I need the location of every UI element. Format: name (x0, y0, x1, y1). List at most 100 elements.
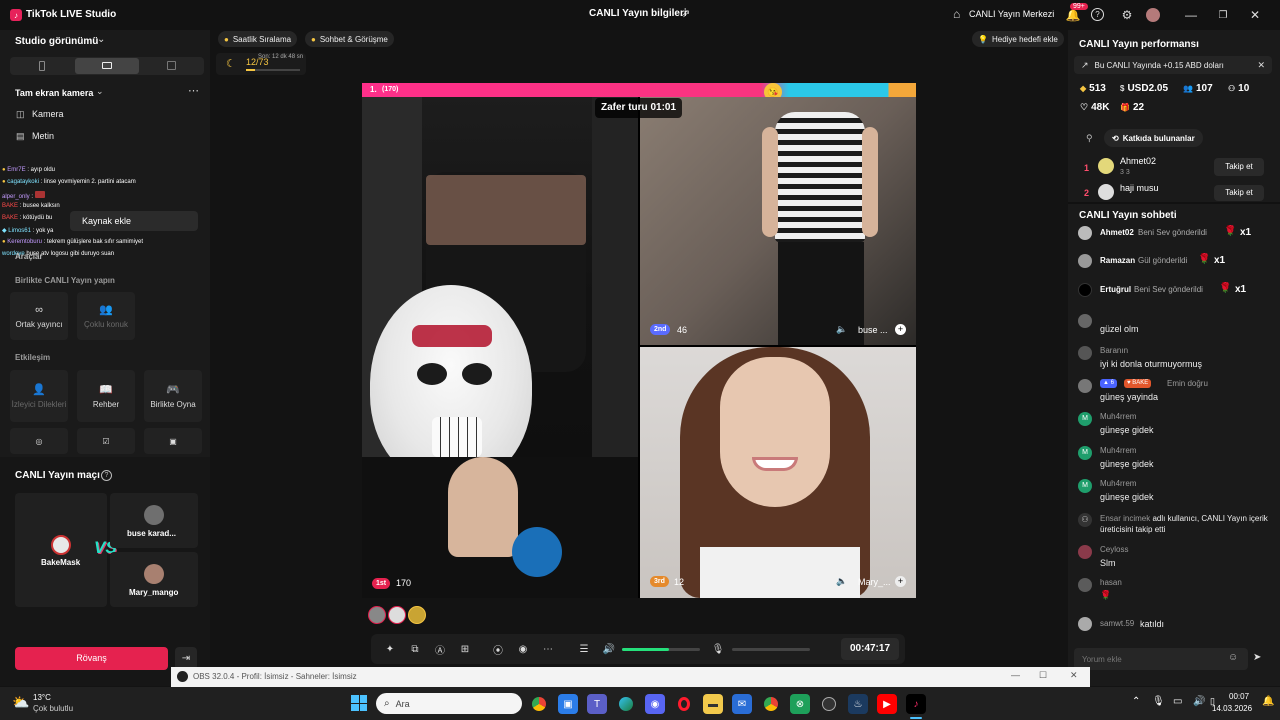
contributors-button[interactable]: ⟲ Katkıda bulunanlar (1104, 129, 1203, 147)
xbox-icon[interactable]: ⊗ (790, 694, 810, 714)
player-name: buse karad... (127, 529, 176, 538)
gifts-stat: 🎁 22 (1120, 102, 1145, 113)
hourly-ranking-button[interactable]: ● Saatlik Sıralama (218, 31, 298, 47)
layout-edit-icon[interactable]: ⧉ (408, 642, 422, 656)
add-guest-icon[interactable]: + (895, 576, 906, 587)
help-icon[interactable]: ? (1091, 8, 1104, 21)
viewer-wishes-tile[interactable]: 👤 İzleyici Dilekleri (10, 370, 68, 422)
network-icon[interactable]: ▭ (1173, 696, 1182, 707)
live-info-title[interactable]: CANLI Yayın bilgileri (589, 8, 687, 19)
studio-view-dropdown[interactable]: Studio görünümü (15, 36, 98, 47)
magic-effects-icon[interactable]: ✦ (383, 642, 397, 656)
edge-icon[interactable] (616, 694, 636, 714)
viewers-stat: 👥 107 (1183, 83, 1213, 94)
speaker-icon[interactable]: 🔈 (836, 324, 847, 335)
discord-icon[interactable]: ◉ (645, 694, 665, 714)
player-name: BakeMask (41, 558, 81, 567)
viewer-avatar[interactable] (388, 606, 406, 624)
chat-meet-button[interactable]: ● Sohbet & Görüşme (305, 31, 394, 47)
viewer-avatar[interactable] (408, 606, 426, 624)
tool-tile[interactable]: ◎ (10, 428, 68, 454)
close-icon[interactable]: ✕ (1246, 6, 1264, 24)
more-options-icon[interactable]: ⋯ (188, 84, 199, 97)
usd-stat: $ USD2.05 (1120, 83, 1169, 94)
follow-button[interactable]: Takip et (1214, 158, 1264, 176)
goal-progress-bar (246, 69, 300, 71)
second-place-badge: 2nd (650, 324, 671, 335)
mail-icon[interactable]: ✉ (732, 694, 752, 714)
help-icon[interactable]: ? (101, 470, 112, 481)
store-icon[interactable]: ▣ (558, 694, 578, 714)
microphone-tray-icon[interactable]: 🎙 (1152, 696, 1165, 707)
close-icon[interactable]: ✕ (1070, 670, 1078, 681)
clock-time[interactable]: 00:07 (1229, 692, 1249, 701)
windows-start-icon[interactable] (351, 695, 367, 711)
clock-date[interactable]: 14.03.2026 (1212, 704, 1252, 713)
tiktok-live-studio-icon[interactable]: ♪ (906, 694, 926, 714)
audio-mixer-icon[interactable]: ☰ (577, 642, 591, 656)
camera-source[interactable]: Kamera (32, 109, 64, 119)
chevron-down-icon[interactable]: ⌄ (97, 34, 105, 45)
guest-name: Mary_... (858, 577, 891, 587)
tool-tile[interactable]: ☑ (77, 428, 135, 454)
split-layout-icon[interactable] (167, 61, 176, 70)
minimize-icon[interactable]: — (1011, 670, 1020, 680)
comment-input[interactable] (1074, 648, 1248, 670)
capture-icon[interactable]: ◉ (516, 642, 530, 656)
steam-icon[interactable]: ♨ (848, 694, 868, 714)
obs-taskbar-icon[interactable] (819, 694, 839, 714)
volume-icon[interactable]: 🔊 (602, 642, 616, 656)
file-explorer-icon[interactable]: ▬ (703, 694, 723, 714)
follow-event-icon: ⚇ (1078, 513, 1092, 527)
share-icon[interactable]: ⇗ (681, 7, 690, 20)
multi-guest-tile[interactable]: 👥 Çoklu konuk (77, 292, 135, 340)
obs-window-bar[interactable]: OBS 32.0.4 - Profil: İsimsiz - Sahneler:… (171, 667, 1090, 687)
emoji-icon[interactable]: ☺ (1228, 652, 1238, 663)
chrome-profile-icon[interactable] (761, 694, 781, 714)
diamond-icon: ◆ (1080, 84, 1087, 93)
profile-avatar[interactable] (1146, 8, 1160, 22)
volume-tray-icon[interactable]: 🔊 (1193, 696, 1205, 707)
portrait-layout-icon[interactable] (39, 61, 45, 71)
microphone-icon[interactable]: 🎙 (711, 642, 725, 656)
close-icon[interactable]: ✕ (1257, 60, 1265, 71)
maximize-icon[interactable]: ❐ (1214, 6, 1232, 24)
add-source-button[interactable]: Kaynak ekle (70, 211, 198, 231)
weather-icon[interactable]: ⛅ (12, 694, 29, 711)
ai-icon[interactable]: Ⓐ (433, 642, 447, 657)
show-hidden-icons[interactable]: ⌃ (1132, 696, 1140, 707)
add-gift-goal-button[interactable]: 💡 Hediye hedefi ekle (972, 31, 1064, 47)
fullscreen-camera-label[interactable]: Tam ekran kamera (15, 88, 93, 98)
taskbar-search[interactable]: ⌕ Ara (376, 693, 522, 714)
landscape-layout-icon[interactable] (75, 58, 139, 74)
volume-slider[interactable] (622, 648, 700, 651)
opera-icon[interactable] (674, 694, 694, 714)
send-icon[interactable]: ➤ (1253, 652, 1261, 663)
minimize-icon[interactable]: — (1182, 6, 1200, 24)
more-options-icon[interactable]: ⋯ (541, 642, 555, 656)
rematch-button[interactable]: Rövanş (15, 647, 168, 670)
mic-slider[interactable] (732, 648, 810, 651)
add-scene-icon[interactable]: ⊞ (458, 642, 472, 656)
speaker-icon[interactable]: 🔈 (836, 576, 847, 587)
notification-bell-icon[interactable]: 🔔 (1262, 696, 1274, 707)
live-center-link[interactable]: CANLI Yayın Merkezi (969, 9, 1054, 19)
youtube-icon[interactable]: ▶ (877, 694, 897, 714)
text-source[interactable]: Metin (32, 131, 54, 141)
settings-gear-icon[interactable]: ⚙ (1118, 6, 1136, 24)
chrome-icon[interactable] (529, 694, 549, 714)
home-icon[interactable]: ⌂ (953, 7, 960, 21)
maximize-icon[interactable]: ☐ (1039, 670, 1047, 681)
play-together-tile[interactable]: 🎮 Birlikte Oyna (144, 370, 202, 422)
follow-button[interactable]: Takip et (1214, 185, 1264, 201)
guide-tile[interactable]: 📖 Rehber (77, 370, 135, 422)
record-icon[interactable]: ⦿ (491, 642, 505, 657)
player-name: Mary_mango (129, 588, 179, 597)
cohost-tile[interactable]: ∞ Ortak yayıncı (10, 292, 68, 340)
viewer-avatar[interactable] (368, 606, 386, 624)
earning-banner: ↗ Bu CANLI Yayında +0.15 ABD doları ✕ (1074, 56, 1272, 74)
add-guest-icon[interactable]: + (895, 324, 906, 335)
tool-tile[interactable]: ▣ (144, 428, 202, 454)
chevron-down-icon[interactable]: ⌄ (96, 86, 104, 97)
teams-icon[interactable]: T (587, 694, 607, 714)
